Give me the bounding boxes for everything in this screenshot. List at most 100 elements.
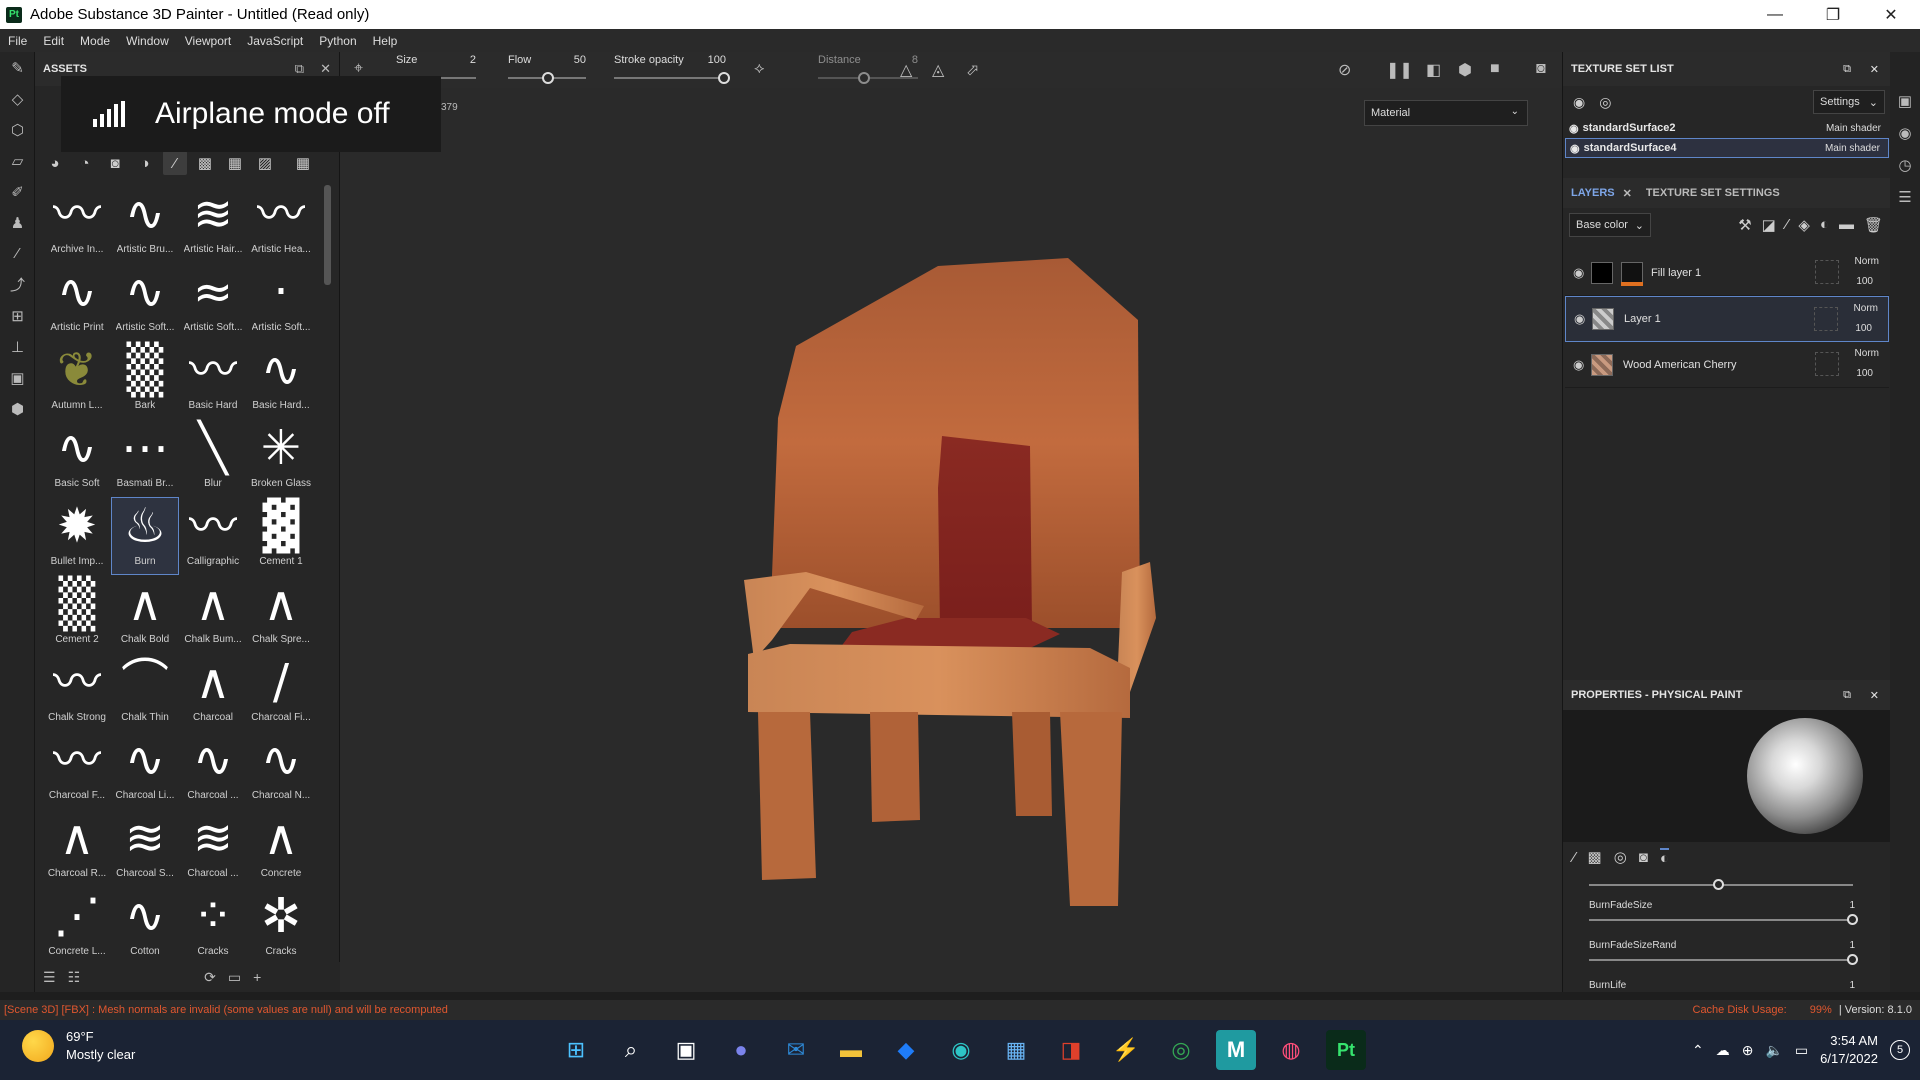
asset-item[interactable]: ∧ Charcoal (179, 653, 247, 731)
volume-icon[interactable]: 🔈 (1765, 1042, 1782, 1059)
float-panel-icon[interactable]: ⧉ (1843, 63, 1851, 76)
smudge-icon[interactable]: ✐ (0, 176, 35, 207)
asset-item[interactable]: ⌒ Chalk Thin (111, 653, 179, 731)
display-icon[interactable]: ▣ (0, 362, 35, 393)
particles-filter-icon[interactable]: ▩ (193, 151, 217, 175)
asset-item[interactable]: ❦ Autumn L... (43, 341, 111, 419)
store-icon[interactable]: ▦ (996, 1030, 1036, 1070)
float-panel-icon[interactable]: ⧉ (295, 61, 304, 77)
asset-item[interactable]: 〰 Basic Hard (179, 341, 247, 419)
asset-item[interactable]: ✳ Broken Glass (247, 419, 315, 497)
screenshot-icon[interactable]: ◙ (1536, 60, 1546, 78)
asset-item[interactable]: ≋ Charcoal ... (179, 809, 247, 887)
edge-icon[interactable]: ◉ (941, 1030, 981, 1070)
menu-edit[interactable]: Edit (35, 34, 72, 48)
asset-item[interactable]: ▒ Cement 2 (43, 575, 111, 653)
maya-icon[interactable]: M (1216, 1030, 1256, 1070)
particles-tab-icon[interactable]: ◐ (1659, 847, 1669, 867)
asset-item[interactable]: ∿ Artistic Print (43, 263, 111, 341)
layer-options-box[interactable] (1815, 352, 1839, 376)
start-icon[interactable]: ⊞ (556, 1030, 596, 1070)
textures-filter-icon[interactable]: ▦ (223, 151, 247, 175)
asset-item[interactable]: ∿ Charcoal Li... (111, 731, 179, 809)
file-explorer-icon[interactable]: ▬ (831, 1030, 871, 1070)
layer-blend-mode[interactable]: Norm (1855, 348, 1879, 359)
asset-item[interactable]: ▓ Cement 1 (247, 497, 315, 575)
asset-item[interactable]: ▒ Bark (111, 341, 179, 419)
asset-item[interactable]: ✹ Bullet Imp... (43, 497, 111, 575)
assets-scrollbar[interactable] (324, 185, 331, 285)
environments-filter-icon[interactable]: ▨ (253, 151, 277, 175)
texture-set-item[interactable]: ◉ standardSurface4 Main shader (1565, 138, 1889, 158)
eye-icon[interactable]: ◎ (1599, 94, 1611, 111)
layer-options-box[interactable] (1814, 307, 1838, 331)
materials-filter-icon[interactable]: ◕ (43, 151, 67, 175)
alpha-tab-icon[interactable]: ▩ (1588, 848, 1602, 866)
flow-slider[interactable]: Flow 50 (508, 52, 586, 88)
close-panel-icon[interactable]: ✕ (1870, 689, 1879, 702)
asset-item[interactable]: ∿ Artistic Bru... (111, 185, 179, 263)
layer-blend-mode[interactable]: Norm (1855, 256, 1879, 267)
mail-icon[interactable]: ✉ (776, 1030, 816, 1070)
layer-mask-thumbnail[interactable] (1621, 261, 1643, 284)
flow-knob[interactable] (542, 72, 554, 84)
asset-item[interactable]: ∧ Chalk Bum... (179, 575, 247, 653)
layer-row[interactable]: ◉ Wood American Cherry Norm 100 (1565, 342, 1889, 388)
eye-icon[interactable]: ◉ (1569, 122, 1579, 135)
creative-cloud-icon[interactable]: ◍ (1271, 1030, 1311, 1070)
asset-item[interactable]: ∿ Basic Hard... (247, 341, 315, 419)
visibility-icon[interactable]: ◉ (1573, 94, 1585, 111)
asset-item[interactable]: ∿ Cotton (111, 887, 179, 965)
clock[interactable]: 3:54 AM 6/17/2022 (1820, 1032, 1878, 1068)
paint-brush-icon[interactable]: ✎ (0, 52, 35, 83)
param-knob[interactable] (1847, 954, 1858, 965)
param-burn-life[interactable]: BurnLife 1 (1589, 980, 1859, 992)
anchor-icon[interactable]: ⊥ (0, 331, 35, 362)
history-icon[interactable]: ◷ (1898, 156, 1911, 174)
dropbox-icon[interactable]: ◆ (886, 1030, 926, 1070)
list-view-icon[interactable]: ☰ (43, 969, 56, 986)
office-icon[interactable]: ◨ (1051, 1030, 1091, 1070)
texture-set-shader[interactable]: Main shader (1825, 143, 1880, 154)
asset-item[interactable]: ⁘ Cracks (179, 887, 247, 965)
masks-filter-icon[interactable]: ◙ (103, 151, 127, 175)
maximize-button[interactable]: ❐ (1804, 0, 1862, 29)
3d-viewport[interactable] (340, 88, 1562, 992)
weather-widget[interactable]: 69°F Mostly clear (22, 1028, 135, 1064)
language-icon[interactable]: ⊕ (1742, 1042, 1754, 1059)
float-panel-icon[interactable]: ⧉ (1843, 689, 1851, 702)
pause-icon[interactable]: ❚❚ (1386, 60, 1413, 80)
param-knob[interactable] (1847, 914, 1858, 925)
teams-chat-icon[interactable]: ● (721, 1030, 761, 1070)
asset-item[interactable]: 〰 Calligraphic (179, 497, 247, 575)
layer-row[interactable]: ◉ Layer 1 Norm 100 (1565, 296, 1889, 342)
hide-ui-icon[interactable]: ⊘ (1338, 60, 1351, 80)
asset-item[interactable]: 〰 Archive In... (43, 185, 111, 263)
param-burn-fade-size[interactable]: BurnFadeSize 1 (1589, 900, 1859, 936)
menu-file[interactable]: File (0, 34, 35, 48)
generators-filter-icon[interactable]: ◑ (133, 151, 157, 175)
onedrive-icon[interactable]: ☁ (1716, 1042, 1730, 1059)
brush-tab-icon[interactable]: ⁄ (1573, 849, 1576, 866)
chevron-up-icon[interactable]: ⌃ (1692, 1042, 1704, 1059)
eraser-icon[interactable]: ◇ (0, 83, 35, 114)
brushes-filter-icon[interactable]: ⁄ (163, 151, 187, 175)
smart-materials-filter-icon[interactable]: ◔ (73, 151, 97, 175)
symmetry-icon[interactable]: △ (900, 60, 912, 80)
notification-badge[interactable]: 5 (1890, 1040, 1910, 1060)
menu-python[interactable]: Python (311, 34, 364, 48)
display-settings-icon[interactable]: ▣ (1898, 92, 1912, 110)
painter-taskbar-icon[interactable]: Pt (1326, 1030, 1366, 1070)
transform-icon[interactable]: ⬀ (966, 60, 979, 80)
clone-stamp-icon[interactable]: ♟ (0, 207, 35, 238)
tab-layers[interactable]: LAYERS (1571, 187, 1615, 199)
asset-item[interactable]: ∿ Charcoal ... (179, 731, 247, 809)
asset-item[interactable]: ≋ Charcoal S... (111, 809, 179, 887)
asset-item[interactable]: ∿ Basic Soft (43, 419, 111, 497)
projection-icon[interactable]: ⬡ (0, 114, 35, 145)
stencil-tab-icon[interactable]: ◎ (1614, 848, 1627, 866)
asset-item[interactable]: ∧ Chalk Bold (111, 575, 179, 653)
measure-icon[interactable]: ⊞ (0, 300, 35, 331)
symmetry-settings-icon[interactable]: ◬ (932, 60, 944, 80)
bake-icon[interactable]: ⤴ (0, 269, 35, 300)
